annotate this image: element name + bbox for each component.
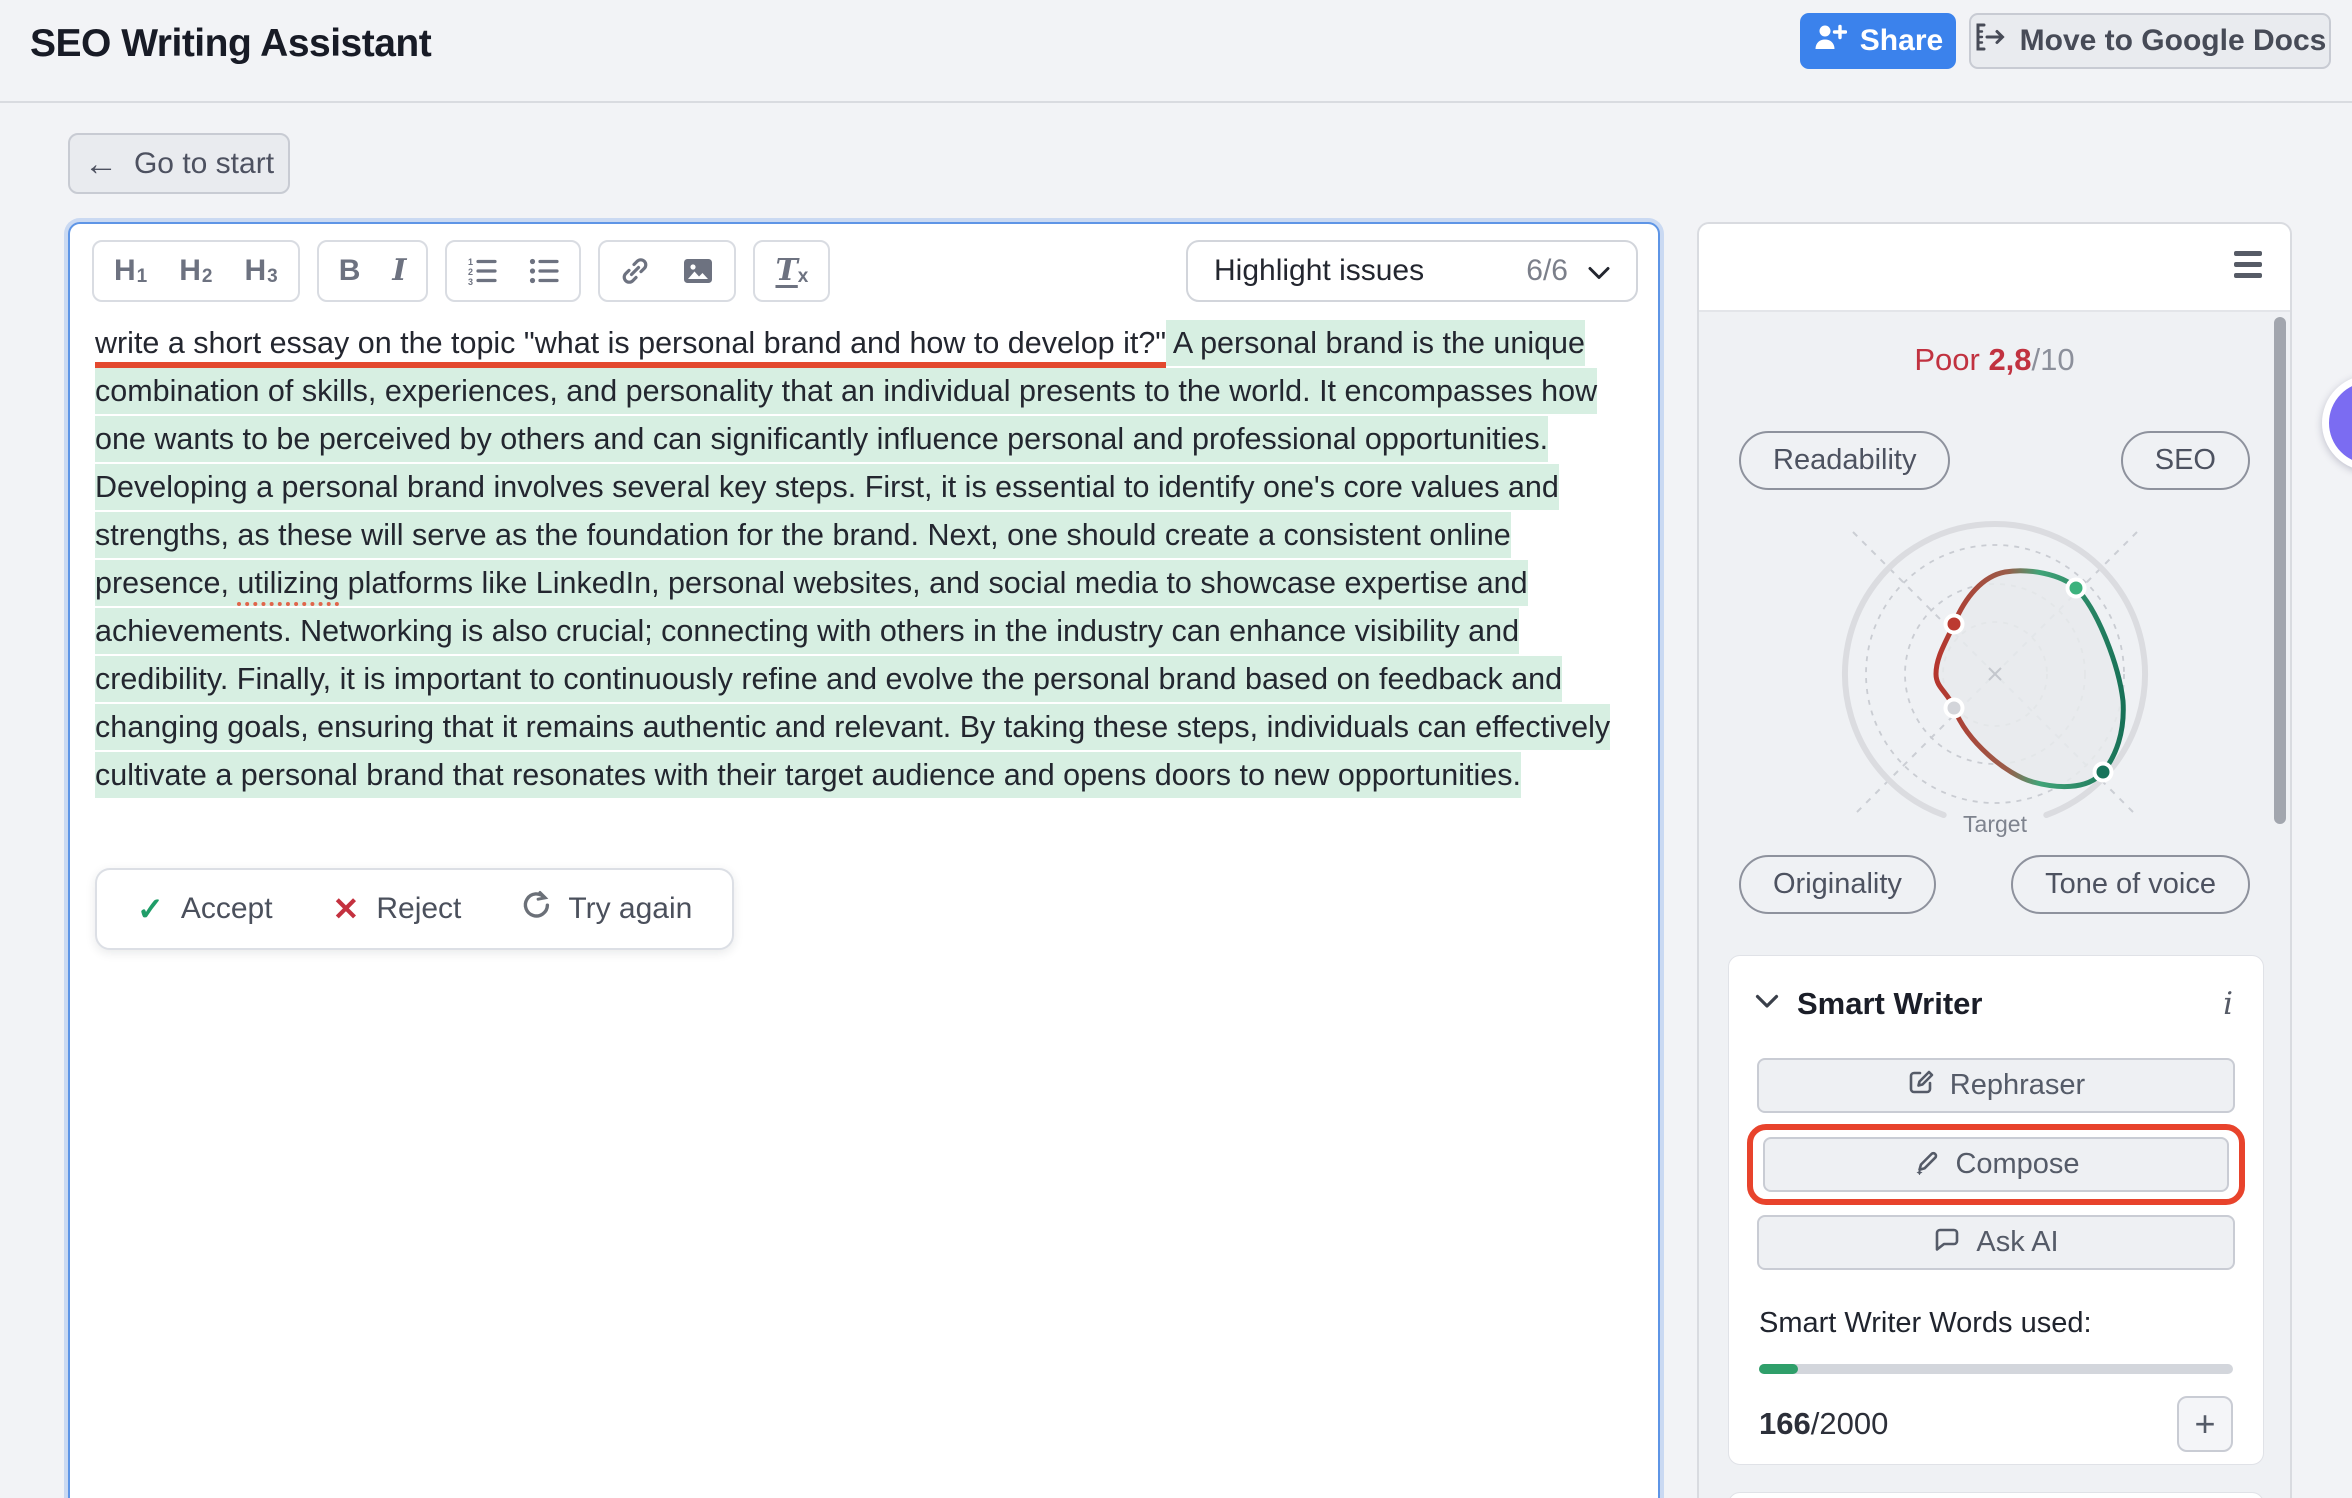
panel-scrollbar[interactable] <box>2274 317 2286 824</box>
x-icon: ✕ <box>333 890 360 928</box>
share-button[interactable]: Share <box>1800 13 1956 69</box>
prompt-text-underlined: write a short essay on the topic "what i… <box>95 326 1166 369</box>
words-used-progress-track <box>1759 1364 2233 1374</box>
rephraser-button[interactable]: Rephraser <box>1757 1058 2235 1113</box>
heading-button-group: H1 H2 H3 <box>92 240 300 302</box>
metric-pills-top: Readability SEO <box>1699 431 2290 490</box>
words-used-progress-fill <box>1759 1364 1798 1374</box>
h3-button[interactable]: H3 <box>245 256 278 286</box>
list-button-group: 123 <box>445 240 581 302</box>
score-panel-header <box>1699 224 2290 312</box>
chevron-down-icon <box>1588 254 1610 288</box>
clear-format-group: Tx <box>753 240 830 302</box>
image-button[interactable] <box>682 256 714 286</box>
floating-action-button[interactable] <box>2322 375 2352 471</box>
svg-text:1: 1 <box>468 257 473 267</box>
svg-text:3: 3 <box>468 277 473 286</box>
compose-label: Compose <box>1955 1148 2079 1181</box>
ask-ai-label: Ask AI <box>1976 1226 2058 1259</box>
compose-button[interactable]: Compose <box>1763 1137 2229 1192</box>
go-to-start-label: Go to start <box>134 147 274 181</box>
add-words-button[interactable]: + <box>2177 1396 2233 1452</box>
export-doc-icon <box>1974 22 2006 60</box>
highlight-issues-label: Highlight issues <box>1214 254 1424 288</box>
seo-pill[interactable]: SEO <box>2121 431 2250 490</box>
speech-bubble-icon <box>1933 1225 1961 1261</box>
page-title: SEO Writing Assistant <box>30 22 431 66</box>
originality-dot <box>1945 700 1962 717</box>
person-add-icon <box>1813 22 1847 60</box>
app-header: SEO Writing Assistant Share Move to Goog… <box>0 0 2352 103</box>
editor-toolbar: H1 H2 H3 B I 123 <box>92 240 830 302</box>
h1-button[interactable]: H1 <box>114 256 147 286</box>
bold-button[interactable]: B <box>339 256 361 286</box>
overall-score: Poor 2,8/10 <box>1699 342 2290 378</box>
link-button[interactable] <box>620 256 650 286</box>
ask-ai-button[interactable]: Ask AI <box>1757 1215 2235 1270</box>
insert-button-group <box>598 240 736 302</box>
ordered-list-button[interactable]: 123 <box>467 256 497 286</box>
highlight-issues-count: 6/6 <box>1526 254 1568 288</box>
score-max: /10 <box>2032 342 2075 377</box>
red-annotation-highlight: Compose <box>1747 1124 2245 1205</box>
accept-button[interactable]: ✓ Accept <box>137 890 273 928</box>
smart-writer-title: Smart Writer <box>1797 986 1983 1022</box>
format-button-group: B I <box>317 240 429 302</box>
back-arrow-icon: ← <box>84 147 118 181</box>
words-used-label: Smart Writer Words used: <box>1759 1307 2233 1340</box>
menu-icon[interactable] <box>2234 251 2262 284</box>
score-gauge-chart: Target <box>1815 494 2175 859</box>
editor-card[interactable]: H1 H2 H3 B I 123 <box>68 222 1660 1498</box>
magic-pen-icon <box>1912 1147 1940 1183</box>
words-used-count: 166/2000 <box>1759 1406 1888 1442</box>
flagged-word[interactable]: utilizing <box>237 560 339 606</box>
refresh-icon <box>521 890 551 928</box>
smart-writer-card: Smart Writer i Rephraser Compose <box>1728 955 2264 1465</box>
edit-pencil-icon <box>1907 1068 1935 1104</box>
h2-button[interactable]: H2 <box>179 256 212 286</box>
move-to-google-docs-label: Move to Google Docs <box>2020 24 2327 58</box>
score-value: 2,8 <box>1988 342 2031 377</box>
readability-dot <box>1945 616 1962 633</box>
chevron-down-icon[interactable] <box>1755 994 1779 1014</box>
score-quality-label: Poor <box>1914 342 1979 377</box>
words-used-footer: 166/2000 + <box>1759 1396 2233 1452</box>
metric-pills-bottom: Originality Tone of voice <box>1699 855 2290 914</box>
try-again-button[interactable]: Try again <box>521 890 692 928</box>
rephraser-label: Rephraser <box>1950 1069 2085 1102</box>
info-icon[interactable]: i <box>2223 986 2233 1022</box>
clear-formatting-button[interactable]: Tx <box>775 256 808 286</box>
tone-of-voice-dot <box>2094 764 2111 781</box>
smart-writer-header: Smart Writer i <box>1729 956 2263 1022</box>
try-again-label: Try again <box>568 892 692 926</box>
accept-label: Accept <box>181 892 273 926</box>
svg-text:2: 2 <box>468 267 473 277</box>
score-blob <box>1936 571 2123 787</box>
tone-of-voice-pill[interactable]: Tone of voice <box>2011 855 2250 914</box>
score-panel-body: Poor 2,8/10 Readability SEO <box>1699 312 2290 1498</box>
move-to-google-docs-button[interactable]: Move to Google Docs <box>1969 13 2331 69</box>
seo-dot <box>2067 580 2084 597</box>
seo-writing-assistant-app: SEO Writing Assistant Share Move to Goog… <box>0 0 2352 1498</box>
suggestion-action-bar: ✓ Accept ✕ Reject Try again <box>95 868 734 950</box>
target-label: Target <box>1963 811 2028 837</box>
share-label: Share <box>1860 24 1943 58</box>
document-text[interactable]: write a short essay on the topic "what i… <box>95 319 1645 799</box>
readability-pill[interactable]: Readability <box>1739 431 1950 490</box>
check-icon: ✓ <box>137 890 164 928</box>
bullet-list-button[interactable] <box>529 256 559 286</box>
originality-pill[interactable]: Originality <box>1739 855 1936 914</box>
highlight-issues-dropdown[interactable]: Highlight issues 6/6 <box>1186 240 1638 302</box>
go-to-start-button[interactable]: ← Go to start <box>68 133 290 194</box>
next-section-card <box>1728 1492 2264 1498</box>
italic-button[interactable]: I <box>392 256 406 286</box>
reject-label: Reject <box>376 892 461 926</box>
score-panel: Poor 2,8/10 Readability SEO <box>1697 222 2292 1498</box>
reject-button[interactable]: ✕ Reject <box>333 890 462 928</box>
